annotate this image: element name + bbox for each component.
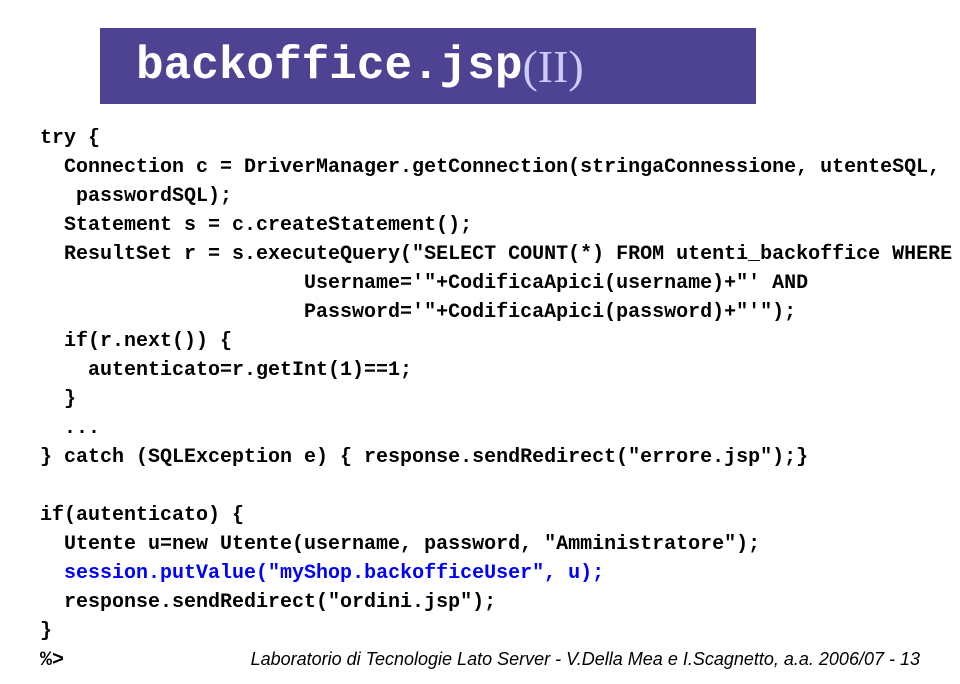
code-line: response.sendRedirect("ordini.jsp"); — [40, 591, 496, 614]
code-line: %> — [40, 649, 64, 672]
code-line: } — [40, 620, 52, 643]
code-line: if(r.next()) { — [40, 330, 232, 353]
code-line: Utente u=new Utente(username, password, … — [40, 533, 760, 556]
code-line: try { — [40, 127, 100, 150]
code-line-highlight: session.putValue("myShop.backofficeUser"… — [64, 562, 604, 585]
code-line: if(autenticato) { — [40, 504, 244, 527]
code-block: try { Connection c = DriverManager.getCo… — [40, 124, 920, 675]
slide: backoffice.jsp(II) try { Connection c = … — [0, 0, 960, 684]
code-line: ... — [40, 417, 100, 440]
title-sub: (II) — [522, 40, 583, 93]
title-main: backoffice.jsp — [136, 40, 522, 92]
code-line: ResultSet r = s.executeQuery("SELECT COU… — [40, 243, 952, 266]
code-line: Statement s = c.createStatement(); — [40, 214, 472, 237]
code-line: Username='"+CodificaApici(username)+"' A… — [40, 272, 808, 295]
footer-text: Laboratorio di Tecnologie Lato Server - … — [251, 649, 920, 670]
code-line: } — [40, 388, 76, 411]
code-line: } catch (SQLException e) { response.send… — [40, 446, 808, 469]
code-line: Password='"+CodificaApici(password)+"'")… — [40, 301, 796, 324]
code-line: passwordSQL); — [40, 185, 232, 208]
code-line: autenticato=r.getInt(1)==1; — [40, 359, 412, 382]
code-line — [40, 562, 64, 585]
code-line: Connection c = DriverManager.getConnecti… — [40, 156, 940, 179]
title-banner: backoffice.jsp(II) — [100, 28, 756, 104]
